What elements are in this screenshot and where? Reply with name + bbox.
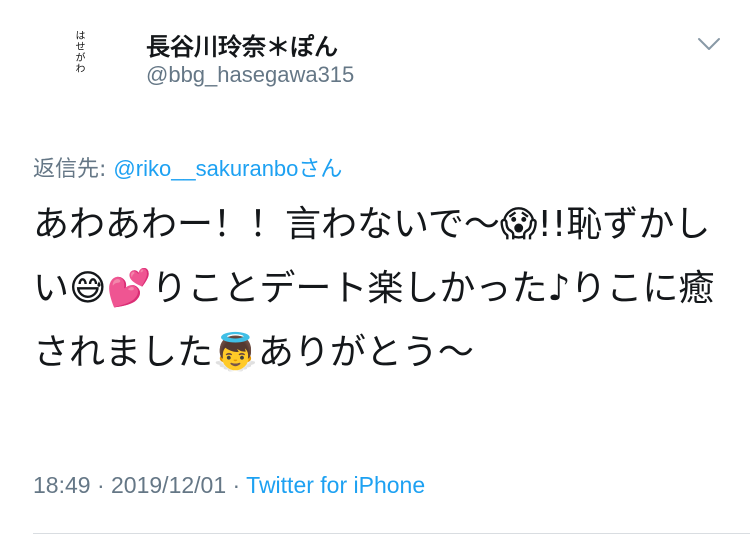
- display-name[interactable]: 長谷川玲奈＊ぽん: [146, 27, 338, 62]
- tweet-date: 2019/12/01: [111, 472, 227, 498]
- user-handle[interactable]: @bbg_hasegawa315: [146, 62, 354, 88]
- reply-handle-link[interactable]: @riko__sakuranbo: [113, 156, 298, 181]
- meta-separator: ·: [90, 472, 112, 498]
- chevron-down-icon[interactable]: [696, 30, 722, 56]
- tweet-source-link[interactable]: Twitter for iPhone: [246, 472, 425, 498]
- reply-suffix: さん: [298, 157, 343, 182]
- avatar[interactable]: はせがわ: [38, 20, 120, 102]
- tweet-text: あわあわー！！言わないで〜😱!!恥ずかしい😅💕りことデート楽しかった♪りこに癒さ…: [33, 204, 715, 373]
- tweet-meta: 18:49 · 2019/12/01 · Twitter for iPhone: [33, 472, 425, 499]
- divider: [33, 533, 750, 534]
- reply-prefix: 返信先:: [33, 157, 114, 182]
- reply-context: 返信先: @riko__sakuranboさん: [33, 151, 342, 183]
- meta-separator: ·: [226, 472, 247, 498]
- tweet-time: 18:49: [33, 472, 91, 498]
- avatar-text: はせがわ: [73, 30, 84, 74]
